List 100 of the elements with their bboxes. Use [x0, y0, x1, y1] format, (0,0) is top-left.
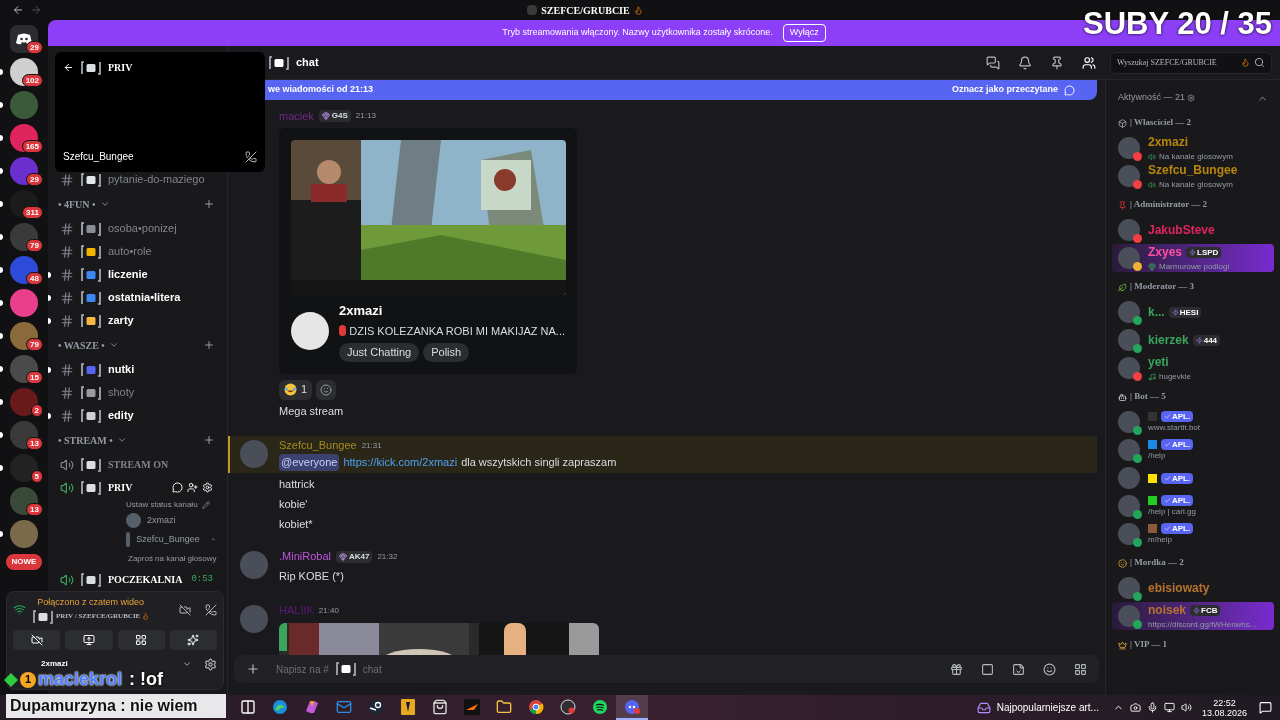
server-icon[interactable]: [10, 420, 38, 449]
member-item[interactable]: Zxyes LSPD Marmurowe podlogi: [1112, 244, 1274, 272]
steam-app-icon[interactable]: [368, 698, 384, 715]
author-name[interactable]: Szefcu_Bungee: [279, 437, 357, 454]
member-item[interactable]: noisek FCB https://discord.gg/tWHenwhs...: [1112, 602, 1274, 630]
link[interactable]: https://kick.com/2xmazi: [343, 453, 458, 471]
notifications-icon[interactable]: [1259, 701, 1272, 714]
disconnect-icon[interactable]: [205, 603, 217, 616]
add-reaction-button[interactable]: [316, 379, 337, 400]
camera-off-button[interactable]: [13, 629, 61, 650]
chat-icon[interactable]: [172, 482, 183, 493]
member-item[interactable]: APL.: [1112, 464, 1274, 492]
server-icon[interactable]: [10, 255, 38, 284]
camera-icon[interactable]: [1129, 702, 1141, 713]
clock-time[interactable]: 22:52: [1213, 697, 1236, 708]
channel-item[interactable]: pytanie-do-maziego: [60, 171, 205, 188]
channel-item[interactable]: auto•role: [60, 243, 152, 260]
author-name[interactable]: .MiniRobal: [279, 548, 331, 565]
channel-item[interactable]: zarty: [60, 312, 134, 329]
threads-icon[interactable]: [986, 55, 1000, 70]
chevron-down-icon[interactable]: [182, 659, 192, 669]
voice-member-name[interactable]: Szefcu_Bungee: [136, 532, 200, 547]
add-icon[interactable]: [203, 339, 215, 351]
settings-icon[interactable]: [204, 657, 217, 671]
voice-member-name[interactable]: 2xmazi: [147, 513, 176, 528]
category-label[interactable]: • STREAM •: [58, 432, 113, 448]
music-app-icon[interactable]: [592, 698, 608, 715]
channel-item[interactable]: edity: [60, 407, 134, 424]
add-icon[interactable]: [246, 662, 260, 676]
clock-date[interactable]: 13.08.2026: [1201, 707, 1247, 718]
volume-icon[interactable]: [1180, 702, 1192, 713]
member-item[interactable]: ebisiowaty: [1112, 574, 1274, 602]
screen-share-button[interactable]: [65, 629, 113, 650]
video-popup[interactable]: PRIV Szefcu_Bungee: [55, 52, 265, 172]
arrow-app-icon[interactable]: [464, 698, 480, 715]
mark-read-button[interactable]: Oznacz jako przeczytane: [951, 83, 1058, 97]
user-name[interactable]: 2xmazi: [41, 657, 68, 670]
member-item[interactable]: Szefcu_Bungee Na kanale glosowym: [1112, 162, 1274, 190]
member-item[interactable]: yeti hugevkie: [1112, 354, 1274, 382]
voice-channel[interactable]: POCZEKALNIA: [60, 572, 183, 587]
member-item[interactable]: APL. /help | carl.gg: [1112, 492, 1274, 520]
voice-channel[interactable]: PRIV: [60, 480, 133, 495]
invite-icon[interactable]: [187, 482, 198, 493]
channel-status-link[interactable]: Ustaw status kanału: [126, 499, 198, 511]
server-icon[interactable]: [10, 321, 38, 350]
invite-item[interactable]: Zaproś na kanał głosowy: [124, 549, 219, 568]
category-tag[interactable]: Polish: [423, 343, 470, 362]
ribbon-app-icon[interactable]: [304, 698, 320, 715]
home-button[interactable]: [10, 24, 38, 53]
sticker-icon[interactable]: [1012, 662, 1025, 676]
hang-up-icon[interactable]: [245, 150, 257, 163]
member-item[interactable]: kierzek 444: [1112, 326, 1274, 354]
soundboard-button[interactable]: [169, 629, 217, 650]
search-field[interactable]: Wyszukaj SZEFCE/GRUBCIE: [1110, 51, 1272, 74]
add-icon[interactable]: [203, 434, 215, 446]
server-icon[interactable]: [10, 486, 38, 515]
category-tag[interactable]: Just Chatting: [339, 343, 420, 362]
bell-icon[interactable]: [1018, 55, 1032, 70]
member-item[interactable]: k... HESI: [1112, 298, 1274, 326]
news-icon[interactable]: [976, 700, 991, 715]
game-app-icon[interactable]: [401, 698, 415, 715]
mic-icon[interactable]: [1146, 702, 1158, 713]
task-view-icon[interactable]: [240, 698, 256, 715]
server-icon[interactable]: [10, 222, 38, 251]
channel-item[interactable]: ostatnia•litera: [60, 289, 181, 306]
server-icon[interactable]: [10, 156, 38, 185]
members-icon[interactable]: [1082, 55, 1096, 70]
store-icon[interactable]: [432, 698, 448, 715]
browser-app-icon[interactable]: [528, 698, 544, 715]
news-widget[interactable]: Najpopularniejsze art...: [996, 700, 1099, 715]
reaction-chip[interactable]: 1: [279, 379, 313, 400]
wave-app-icon[interactable]: [272, 698, 288, 715]
record-app-icon[interactable]: [560, 698, 576, 715]
mention[interactable]: @everyone: [279, 453, 340, 471]
member-item[interactable]: APL. www.startit.bot: [1112, 408, 1274, 436]
gift-icon[interactable]: [950, 662, 963, 676]
member-item[interactable]: APL. /help: [1112, 436, 1274, 464]
disable-button[interactable]: Wyłącz: [782, 24, 826, 42]
folder-icon[interactable]: [496, 698, 512, 715]
add-icon[interactable]: [203, 198, 215, 210]
search-input[interactable]: Wyszukaj SZEFCE/GRUBCIE: [1117, 56, 1240, 69]
channel-item[interactable]: shoty: [60, 384, 135, 401]
server-icon[interactable]: [10, 354, 38, 383]
category-label[interactable]: • WASZE •: [58, 337, 105, 353]
channel-item[interactable]: nutki: [60, 361, 135, 378]
member-item[interactable]: APL. m!help: [1112, 520, 1274, 548]
pin-icon[interactable]: [1050, 55, 1064, 70]
channel-item[interactable]: liczenie: [60, 266, 148, 283]
back-icon[interactable]: [63, 62, 74, 73]
activities-button[interactable]: [117, 629, 165, 650]
embed-channel-name[interactable]: 2xmazi: [339, 301, 565, 321]
category-label[interactable]: • 4FUN •: [58, 196, 96, 212]
network-icon[interactable]: [1163, 702, 1175, 713]
chat-app-icon[interactable]: [624, 698, 640, 715]
emoji-icon[interactable]: [1043, 662, 1056, 676]
mail-icon[interactable]: [336, 698, 352, 715]
member-item[interactable]: 2xmazi Na kanale glosowym: [1112, 134, 1274, 162]
voice-channel[interactable]: STREAM ON: [60, 457, 169, 472]
new-pill[interactable]: NOWE: [5, 554, 43, 570]
member-item[interactable]: JakubSteve: [1112, 216, 1274, 244]
